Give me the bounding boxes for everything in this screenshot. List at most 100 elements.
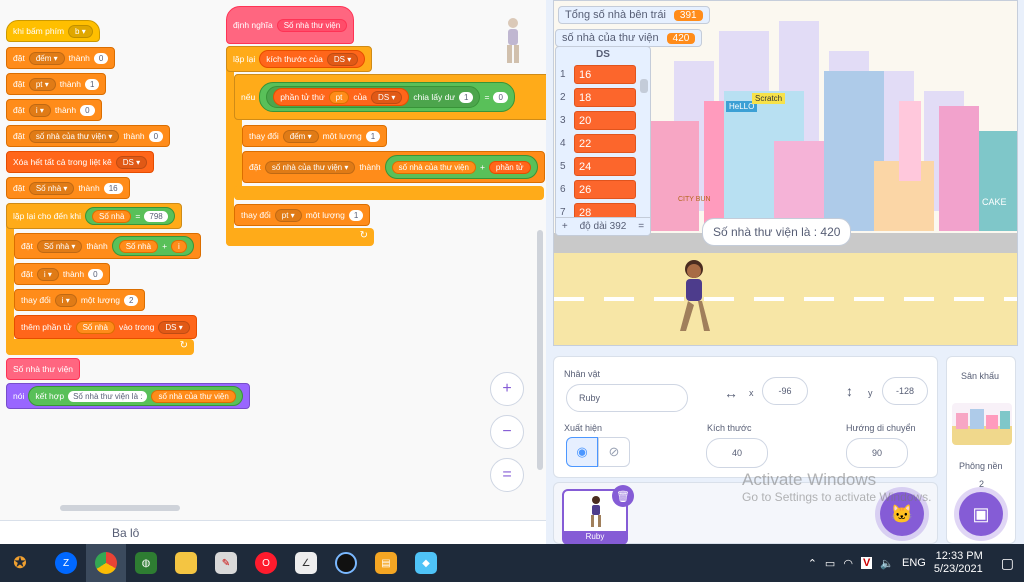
value-input[interactable]: 1: [365, 130, 381, 142]
variable-reporter[interactable]: Số nhà: [118, 239, 159, 253]
chevron-up-icon[interactable]: ⌃: [808, 557, 817, 570]
value-input[interactable]: 0: [493, 91, 508, 103]
size-input[interactable]: 40: [706, 438, 768, 468]
change-variable-block[interactable]: thay đổi đếm một lượng 1: [242, 125, 388, 147]
show-visible-button[interactable]: ◉: [566, 437, 598, 467]
v-app-icon[interactable]: V: [860, 557, 873, 569]
variable-reporter[interactable]: số nhà của thư viện: [151, 389, 236, 403]
variable-dropdown[interactable]: pt: [274, 208, 302, 222]
taskbar-chrome[interactable]: [86, 544, 126, 582]
repeat-until-block[interactable]: lặp lại cho đến khi Số nhà = 798: [6, 203, 182, 229]
taskbar-app10[interactable]: ◆: [406, 544, 446, 582]
variable-reporter[interactable]: i: [171, 239, 187, 253]
zoom-in-button[interactable]: +: [490, 372, 524, 406]
taskbar-app3[interactable]: ◍: [126, 544, 166, 582]
set-variable-block[interactable]: đặt pt thành 1: [6, 73, 107, 95]
list-item[interactable]: 4 22: [556, 132, 650, 155]
speaker-icon[interactable]: 🔈: [880, 557, 894, 570]
if-block[interactable]: nếu phần tử thứ pt của DS chia lấy dư 1 …: [234, 74, 546, 120]
list-scrollbar[interactable]: [640, 79, 648, 93]
notification-icon[interactable]: ▢: [1001, 555, 1014, 572]
variable-dropdown[interactable]: đếm: [28, 51, 65, 65]
value-input[interactable]: 0: [88, 268, 103, 280]
mod-operator[interactable]: phần tử thứ pt của DS chia lấy dư 1: [266, 86, 481, 108]
taskbar-app9[interactable]: ▤: [366, 544, 406, 582]
battery-icon[interactable]: ▭: [825, 557, 835, 570]
variable-reporter[interactable]: số nhà của thư viện: [391, 160, 476, 174]
x-input[interactable]: -96: [762, 377, 808, 405]
set-variable-block[interactable]: đặt Số nhà thành 16: [6, 177, 130, 199]
vertical-scrollbar[interactable]: [537, 230, 543, 470]
variable-dropdown[interactable]: i: [54, 293, 77, 307]
item-of-list-reporter[interactable]: phần tử thứ pt của DS: [273, 88, 410, 106]
variable-dropdown[interactable]: pt: [28, 77, 56, 91]
variable-dropdown[interactable]: số nhà của thư viện: [28, 129, 120, 143]
value-input[interactable]: 1: [348, 209, 364, 221]
join-operator[interactable]: kết hợp Số nhà thư viện là : số nhà của …: [28, 386, 243, 406]
taskbar-zalo[interactable]: Z: [46, 544, 86, 582]
list-item-value[interactable]: 26: [574, 180, 636, 199]
ruby-sprite[interactable]: [674, 255, 714, 335]
item-of-list-reporter[interactable]: phần tử: [488, 160, 531, 174]
taskbar-app5[interactable]: ✎: [206, 544, 246, 582]
value-input[interactable]: 0: [93, 52, 109, 64]
say-block[interactable]: nói kết hợp Số nhà thư viện là : số nhà …: [6, 383, 250, 409]
code-workspace[interactable]: khi bấm phím b đặt đếm thành 0 đặt pt th…: [0, 0, 546, 520]
key-dropdown[interactable]: b: [68, 24, 93, 38]
value-input[interactable]: 2: [123, 294, 139, 306]
list-add-icon[interactable]: +: [562, 221, 568, 232]
list-item-value[interactable]: 24: [574, 157, 636, 176]
stage-thumbnail[interactable]: [952, 403, 1012, 445]
value-input[interactable]: 1: [85, 78, 100, 90]
show-hidden-button[interactable]: ⊘: [598, 437, 630, 467]
choose-backdrop-button[interactable]: ▣: [959, 492, 1003, 536]
taskbar-explorer[interactable]: [166, 544, 206, 582]
set-variable-block[interactable]: đặt i thành 0: [6, 99, 102, 121]
taskbar-app7[interactable]: ∠: [286, 544, 326, 582]
set-variable-block[interactable]: đặt số nhà của thư viện thành 0: [6, 125, 171, 147]
sprite-name-input[interactable]: Ruby: [566, 384, 688, 412]
list-item[interactable]: 6 26: [556, 178, 650, 201]
list-item-value[interactable]: 20: [574, 111, 636, 130]
list-item[interactable]: 3 20: [556, 109, 650, 132]
custom-block-prototype[interactable]: Số nhà thư viện: [276, 18, 348, 32]
language-indicator[interactable]: ENG: [902, 557, 926, 569]
length-of-list-reporter[interactable]: kích thước của DS: [259, 50, 366, 68]
direction-input[interactable]: 90: [846, 438, 908, 468]
list-dropdown[interactable]: DS: [158, 320, 190, 334]
y-input[interactable]: -128: [882, 377, 928, 405]
list-item[interactable]: 1 16: [556, 63, 650, 86]
add-operator[interactable]: Số nhà + i: [111, 236, 194, 256]
set-variable-block[interactable]: đặt số nhà của thư viện thành số nhà của…: [242, 151, 545, 183]
variable-reporter[interactable]: Số nhà: [75, 320, 115, 334]
text-input[interactable]: Số nhà thư viện là :: [68, 390, 148, 402]
add-operator[interactable]: số nhà của thư viện + phần tử: [384, 155, 538, 179]
variable-dropdown[interactable]: đếm: [282, 129, 319, 143]
delete-all-of-list-block[interactable]: Xóa hết tất cả trong liệt kê DS: [6, 151, 155, 173]
wifi-icon[interactable]: ◠: [843, 557, 853, 570]
backpack-bar[interactable]: Ba lô: [0, 520, 546, 544]
taskbar-opera[interactable]: O: [246, 544, 286, 582]
list-dropdown[interactable]: DS: [326, 52, 359, 66]
add-to-list-block[interactable]: thêm phần tử Số nhà vào trong DS: [14, 315, 197, 339]
value-input[interactable]: 798: [144, 210, 168, 222]
list-item[interactable]: 2 18: [556, 86, 650, 109]
set-variable-block[interactable]: đặt i thành 0: [14, 263, 110, 285]
change-variable-block[interactable]: thay đổi pt một lượng 1: [234, 204, 371, 226]
when-key-pressed-block[interactable]: khi bấm phím b: [6, 20, 100, 42]
list-monitor-ds[interactable]: DS 1 16 2 18 3 20 4 22 5 24 6 26 7 28 + độ dài 392 =: [555, 46, 651, 236]
value-input[interactable]: 0: [80, 104, 95, 116]
variable-dropdown[interactable]: Số nhà: [28, 181, 75, 195]
variable-monitor-total-left[interactable]: Tổng số nhà bên trái 391: [558, 6, 710, 24]
value-input[interactable]: 16: [103, 182, 123, 194]
zoom-reset-button[interactable]: =: [490, 458, 524, 492]
value-input[interactable]: 0: [148, 130, 164, 142]
set-variable-block[interactable]: đặt Số nhà thành Số nhà + i: [14, 233, 201, 259]
define-block[interactable]: định nghĩa Số nhà thư viện: [226, 6, 355, 44]
variable-dropdown[interactable]: i: [28, 103, 51, 117]
set-variable-block[interactable]: đặt đếm thành 0: [6, 47, 116, 69]
list-item-value[interactable]: 16: [574, 65, 636, 84]
repeat-c-block[interactable]: [226, 46, 234, 246]
equals-operator[interactable]: Số nhà = 798: [85, 207, 175, 225]
start-button[interactable]: ✪: [0, 544, 40, 582]
